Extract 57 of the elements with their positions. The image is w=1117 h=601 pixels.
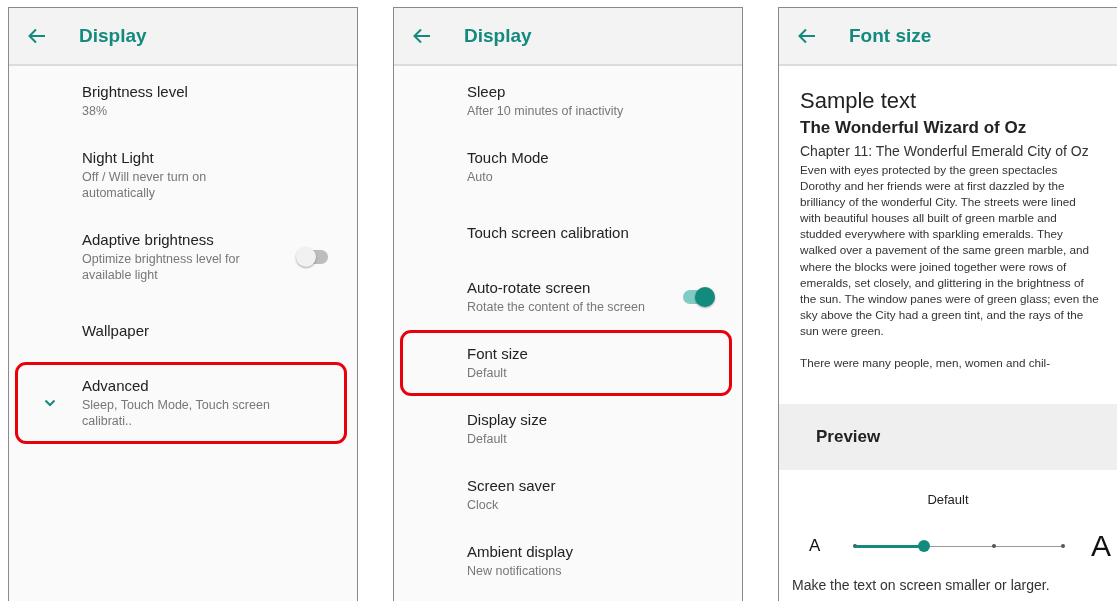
small-size-label: A: [809, 536, 822, 556]
item-summary: Auto: [467, 169, 494, 185]
item-title: Ambient display: [467, 543, 574, 560]
item-title: Touch Mode: [467, 149, 550, 166]
back-arrow-icon[interactable]: [28, 28, 46, 44]
item-summary: Default: [467, 365, 508, 381]
settings-item[interactable]: Adaptive brightness Optimize brightness level for available light: [15, 216, 347, 298]
item-title: Font size: [467, 345, 529, 362]
screen-title: Font size: [849, 25, 932, 47]
screen-title: Display: [464, 25, 532, 47]
item-summary: After 10 minutes of inactivity: [467, 103, 625, 119]
slider-thumb[interactable]: [918, 540, 931, 552]
settings-item[interactable]: Brightness level 38%: [15, 68, 347, 134]
item-title: Screen saver: [467, 477, 557, 494]
preview-label: Preview: [816, 427, 881, 447]
size-value-label: Default: [926, 492, 970, 507]
item-summary: Default: [467, 431, 508, 447]
settings-item[interactable]: Wallpaper: [15, 298, 347, 362]
item-summary: Rotate the content of the screen: [467, 299, 646, 315]
toggle-switch[interactable]: [296, 246, 330, 268]
settings-item[interactable]: Screen saver Clock: [400, 462, 732, 528]
item-title: Touch screen calibration: [467, 223, 630, 241]
chapter-title: Chapter 11: The Wonderful Emerald City of Oz: [800, 142, 1090, 160]
settings-item[interactable]: Advanced Sleep, Touch Mode, Touch screen calibrati..: [15, 362, 347, 444]
item-summary: Optimize brightness level for available light: [82, 251, 241, 283]
settings-item[interactable]: Night Light Off / Will never turn on automatically: [15, 134, 347, 216]
item-title: Adaptive brightness: [82, 231, 215, 248]
item-title: Brightness level: [82, 83, 189, 100]
screen-title: Display: [79, 25, 147, 47]
settings-item[interactable]: Sleep After 10 minutes of inactivity: [400, 68, 732, 134]
item-title: Display size: [467, 411, 549, 428]
back-arrow-icon[interactable]: [413, 28, 431, 44]
settings-item[interactable]: Font size Default: [400, 330, 732, 396]
large-size-label: A: [1091, 529, 1111, 563]
settings-item[interactable]: Display size Default: [400, 396, 732, 462]
chevron-down-icon: [44, 399, 56, 407]
item-title: Sleep: [467, 83, 507, 100]
item-summary: New notifications: [467, 563, 563, 579]
toggle-switch[interactable]: [681, 286, 715, 308]
item-title: Auto-rotate screen: [467, 279, 592, 296]
sample-paragraph: There were many people, men, women and chil-: [800, 355, 1052, 372]
item-summary: Clock: [467, 497, 500, 513]
sample-paragraph: Even with eyes protected by the green spectacles Dorothy and her friends were at first dazzled by the brilliancy of the wonderful City. The streets were lined with beautiful houses all built of green marble and studded everywhere with sparkling emeralds. They walked over a pavement of the same green marble, and where the blocks were joined together were rows of emeralds, set closely, and glittering in the brightness of the sun. The window panes were of green glass; even the sky above the City had a green tint, and the rays of the sun were green.: [800, 162, 1099, 339]
item-title: Wallpaper: [82, 321, 150, 339]
item-summary: 38%: [82, 103, 109, 119]
slider-description: Make the text on screen smaller or larger.: [792, 577, 1051, 593]
sample-heading: Sample text: [800, 88, 918, 114]
item-title: Night Light: [82, 149, 155, 166]
item-title: Advanced: [82, 377, 150, 394]
book-title: The Wonderful Wizard of Oz: [800, 118, 1028, 138]
settings-item[interactable]: Ambient display New notifications: [400, 528, 732, 594]
item-summary: Off / Will never turn on automatically: [82, 169, 208, 201]
settings-item[interactable]: Touch screen calibration: [400, 200, 732, 264]
item-summary: Sleep, Touch Mode, Touch screen calibrati..: [82, 397, 271, 429]
settings-item[interactable]: Touch Mode Auto: [400, 134, 732, 200]
back-arrow-icon[interactable]: [798, 28, 816, 44]
settings-item[interactable]: Auto-rotate screen Rotate the content of the screen: [400, 264, 732, 330]
